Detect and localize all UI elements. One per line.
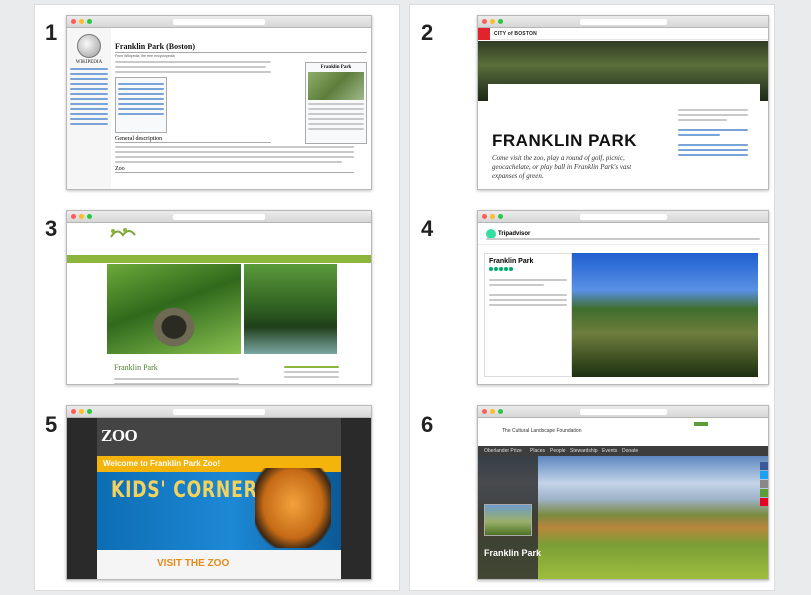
attraction-title: Franklin Park	[489, 258, 534, 265]
tclf-nav: Oberlander Prize Places People Stewardsh…	[478, 446, 768, 456]
facebook-icon[interactable]	[760, 462, 768, 470]
article-title: Franklin Park (Boston)	[115, 42, 367, 53]
infobox-map	[308, 72, 364, 100]
attraction-photo	[572, 253, 758, 377]
nav-people[interactable]: People	[550, 448, 566, 454]
panel-number-1: 1	[45, 20, 58, 45]
screenshot-tripadvisor: Tripadvisor Franklin Park	[477, 210, 769, 385]
tripadvisor-header: Tripadvisor	[478, 223, 768, 245]
browser-chrome	[67, 211, 371, 223]
nav-donate[interactable]: Donate	[622, 448, 638, 454]
table-of-contents	[115, 77, 167, 133]
pond-photo	[244, 264, 337, 354]
browser-chrome	[478, 406, 768, 418]
page-title: Franklin Park	[114, 363, 158, 372]
emerald-necklace-logo-icon	[110, 228, 136, 238]
infobox: Franklin Park	[305, 62, 367, 144]
nav-events[interactable]: Events	[602, 448, 617, 454]
nav-places[interactable]: Places	[530, 448, 545, 454]
tclf-header: The Cultural Landscape Foundation	[478, 418, 768, 446]
wikipedia-sidebar: WIKIPEDIA	[67, 28, 111, 189]
section-heading: General description	[115, 136, 272, 143]
panel-number-5: 5	[45, 412, 58, 437]
article-subtitle: From Wikipedia, the free encyclopedia	[115, 54, 175, 58]
stone-arch-photo	[107, 264, 241, 354]
infobox-title: Franklin Park	[320, 65, 352, 70]
screenshot-emerald-necklace: Franklin Park	[66, 210, 372, 385]
tiger-image	[255, 468, 331, 548]
boston-header: CITY of BOSTON	[478, 28, 768, 40]
page-description: Come visit the zoo, play a round of golf…	[492, 154, 632, 180]
wikipedia-globe-icon	[77, 34, 101, 58]
screenshot-cultural-landscape-foundation: The Cultural Landscape Foundation Oberla…	[477, 405, 769, 580]
rating-bubbles	[489, 267, 567, 271]
emerald-header	[67, 223, 371, 255]
twitter-icon[interactable]	[760, 471, 768, 479]
screenshot-city-of-boston: CITY of BOSTON FRANKLIN PARK Come visit …	[477, 15, 769, 190]
panel-number-3: 3	[45, 216, 58, 241]
zoo-logo: ZOO	[101, 426, 138, 445]
share-icon[interactable]	[760, 489, 768, 497]
screenshot-zoo-new-england: ZOO Welcome to Franklin Park Zoo! KIDS' …	[66, 405, 372, 580]
browser-chrome	[67, 16, 371, 28]
attraction-card: Franklin Park	[484, 253, 572, 377]
tripadvisor-tabs	[486, 235, 760, 240]
visit-the-zoo-heading: VISIT THE ZOO	[157, 558, 230, 569]
sidebar-info	[678, 106, 748, 159]
browser-chrome	[67, 406, 371, 418]
tclf-brand: The Cultural Landscape Foundation	[502, 428, 582, 434]
welcome-text: Welcome to Franklin Park Zoo!	[103, 459, 221, 468]
feature-title: Franklin Park	[484, 548, 542, 558]
panel-number-2: 2	[421, 20, 434, 45]
section-heading-zoo: Zoo	[115, 166, 355, 173]
browser-chrome	[478, 211, 768, 223]
panel-number-4: 4	[421, 216, 434, 241]
social-share-bar	[760, 462, 768, 507]
nav-oberlander-prize[interactable]: Oberlander Prize	[484, 448, 522, 454]
wikipedia-logo-text: WIKIPEDIA	[75, 60, 103, 65]
screenshot-wikipedia: WIKIPEDIA Franklin Park (Boston) From Wi…	[66, 15, 372, 190]
page-title: FRANKLIN PARK	[492, 131, 638, 150]
email-icon[interactable]	[760, 480, 768, 488]
boston-logo: CITY of BOSTON	[494, 31, 537, 37]
emerald-nav	[67, 255, 371, 263]
feature-thumbnail	[484, 504, 532, 536]
wikipedia-article: Franklin Park (Boston) From Wikipedia, t…	[115, 30, 367, 189]
panel-number-6: 6	[421, 412, 434, 437]
boston-seal-icon	[478, 28, 490, 40]
kids-corner-heading: KIDS' CORNER	[111, 478, 258, 503]
browser-chrome	[478, 16, 768, 28]
nav-stewardship[interactable]: Stewardship	[570, 448, 598, 454]
pinterest-icon[interactable]	[760, 498, 768, 506]
